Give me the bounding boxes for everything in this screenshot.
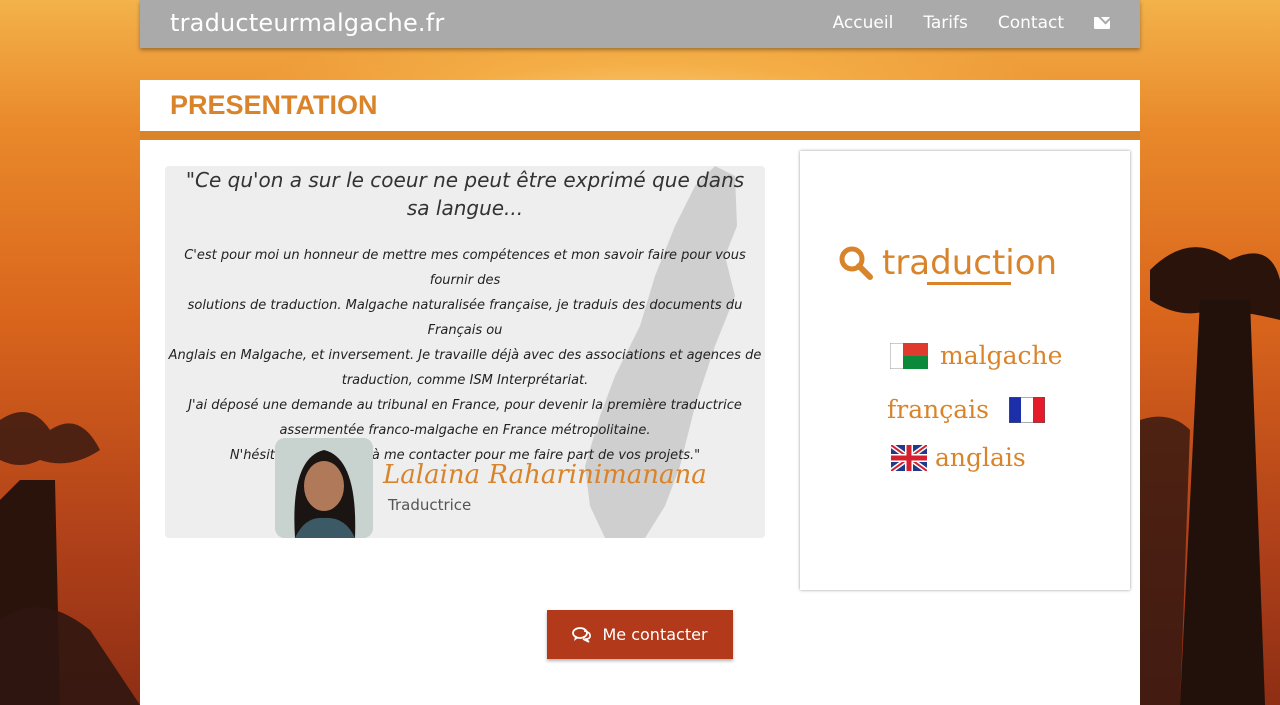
quote-card: "Ce qu'on a sur le coeur ne peut être ex… bbox=[165, 166, 765, 538]
quote-line: Anglais en Malgache, et inversement. Je … bbox=[168, 348, 762, 363]
quote-headline: "Ce qu'on a sur le coeur ne peut être ex… bbox=[185, 168, 745, 220]
madagascar-flag bbox=[890, 342, 928, 369]
title-divider bbox=[140, 131, 1140, 140]
envelope-icon[interactable] bbox=[1094, 17, 1110, 29]
language-label: anglais bbox=[935, 443, 1026, 472]
avatar-portrait bbox=[275, 438, 373, 538]
author-avatar bbox=[275, 438, 373, 538]
quote-line: J'ai déposé une demande au tribunal en F… bbox=[188, 398, 742, 413]
site-brand[interactable]: traducteurmalgache.fr bbox=[170, 9, 444, 37]
baobab-tree-left bbox=[0, 412, 140, 705]
title-band: PRESENTATION bbox=[140, 80, 1140, 131]
search-icon bbox=[839, 246, 873, 280]
comments-icon bbox=[572, 626, 592, 643]
language-malgache: malgache bbox=[890, 341, 1062, 370]
main-content: "Ce qu'on a sur le coeur ne peut être ex… bbox=[140, 140, 1140, 705]
quote-line: assermentée franco-malgache en France mé… bbox=[279, 423, 651, 438]
uk-flag bbox=[891, 444, 927, 471]
nav-tarifs[interactable]: Tarifs bbox=[923, 13, 968, 33]
france-flag bbox=[1008, 396, 1045, 423]
language-anglais: anglais bbox=[891, 443, 1026, 472]
author-name: Lalaina Raharinimanana bbox=[383, 460, 707, 490]
contact-me-button[interactable]: Me contacter bbox=[547, 610, 733, 659]
language-label: français bbox=[887, 395, 989, 424]
baobab-tree-right bbox=[1140, 247, 1280, 705]
quote-line: traduction, comme ISM Interprétariat. bbox=[341, 373, 589, 388]
top-navbar: traducteurmalgache.fr Accueil Tarifs Con… bbox=[140, 0, 1140, 48]
nav-accueil[interactable]: Accueil bbox=[833, 13, 894, 33]
quote-line: solutions de traduction. Malgache natura… bbox=[187, 298, 743, 338]
traduction-word: traduction bbox=[882, 243, 1058, 285]
traduction-underline bbox=[927, 282, 1011, 285]
main-nav: Accueil Tarifs Contact bbox=[833, 13, 1110, 33]
traduction-logo: traduction bbox=[838, 243, 1058, 285]
language-label: malgache bbox=[940, 341, 1063, 370]
nav-contact[interactable]: Contact bbox=[998, 13, 1064, 33]
services-card: traduction malgache français anglais bbox=[800, 151, 1130, 590]
contact-me-label: Me contacter bbox=[602, 625, 708, 644]
author-role: Traductrice bbox=[388, 496, 472, 514]
quote-body: C'est pour moi un honneur de mettre mes … bbox=[165, 243, 765, 468]
quote-line: C'est pour moi un honneur de mettre mes … bbox=[184, 248, 746, 288]
page-title: PRESENTATION bbox=[170, 90, 378, 120]
language-francais: français bbox=[887, 395, 1045, 424]
